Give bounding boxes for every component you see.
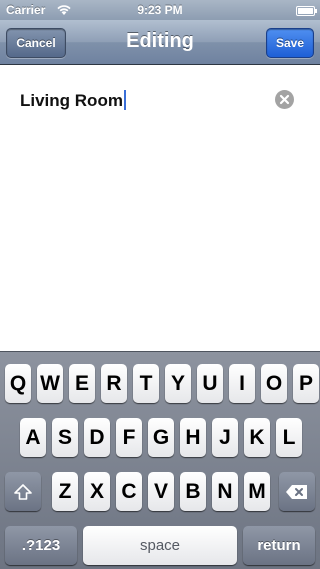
key-x[interactable]: X (84, 472, 110, 511)
space-key[interactable]: space (83, 526, 237, 565)
key-v[interactable]: V (148, 472, 174, 511)
key-m[interactable]: M (244, 472, 270, 511)
key-u[interactable]: U (197, 364, 223, 403)
key-o[interactable]: O (261, 364, 287, 403)
shift-key[interactable] (5, 472, 41, 511)
battery-icon (296, 5, 317, 16)
key-q[interactable]: Q (5, 364, 31, 403)
shift-icon (13, 483, 33, 501)
key-r[interactable]: R (101, 364, 127, 403)
key-l[interactable]: L (276, 418, 302, 457)
key-d[interactable]: D (84, 418, 110, 457)
key-w[interactable]: W (37, 364, 63, 403)
clock: 9:23 PM (137, 3, 183, 17)
key-i[interactable]: I (229, 364, 255, 403)
delete-key[interactable] (279, 472, 315, 511)
key-n[interactable]: N (212, 472, 238, 511)
status-bar: Carrier 9:23 PM (0, 0, 320, 20)
key-y[interactable]: Y (165, 364, 191, 403)
key-p[interactable]: P (293, 364, 319, 403)
numbers-key[interactable]: .?123 (5, 526, 77, 565)
key-b[interactable]: B (180, 472, 206, 511)
return-key[interactable]: return (243, 526, 315, 565)
delete-icon (285, 484, 309, 500)
key-c[interactable]: C (116, 472, 142, 511)
keyboard: Q W E R T Y U I O P A S D F G H J K L Z … (0, 351, 320, 569)
name-field[interactable]: Living Room (0, 66, 320, 128)
key-e[interactable]: E (69, 364, 95, 403)
save-button[interactable]: Save (266, 28, 314, 58)
clear-icon[interactable] (275, 90, 294, 109)
key-h[interactable]: H (180, 418, 206, 457)
key-a[interactable]: A (20, 418, 46, 457)
text-caret (123, 90, 126, 110)
name-field-value: Living Room (20, 91, 123, 110)
key-k[interactable]: K (244, 418, 270, 457)
key-f[interactable]: F (116, 418, 142, 457)
key-g[interactable]: G (148, 418, 174, 457)
key-j[interactable]: J (212, 418, 238, 457)
key-z[interactable]: Z (52, 472, 78, 511)
name-field-value-wrap[interactable]: Living Room (20, 90, 126, 111)
key-s[interactable]: S (52, 418, 78, 457)
key-t[interactable]: T (133, 364, 159, 403)
navigation-bar: Cancel Editing Save (0, 20, 320, 65)
